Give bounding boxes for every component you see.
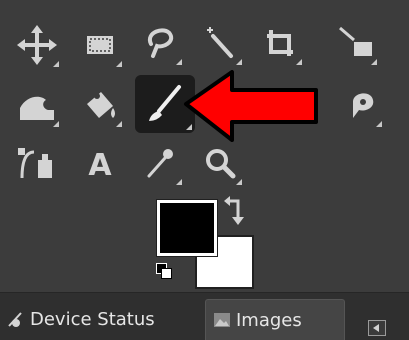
tool-group-indicator [176,59,182,65]
tool-group-indicator [53,61,59,67]
paths-tool[interactable] [12,138,62,188]
tool-group-indicator [376,121,382,127]
text-tool[interactable]: A [75,138,125,188]
swap-colors-icon[interactable] [220,195,250,227]
move-tool[interactable] [12,20,62,70]
tool-group-indicator [176,179,182,185]
foreground-color-swatch[interactable] [156,199,218,257]
tool-group-indicator [236,179,242,185]
fuzzy-select-tool[interactable] [195,18,245,68]
tool-group-indicator [371,59,377,65]
tool-group-indicator [116,121,122,127]
smudge-tool[interactable] [335,80,385,130]
tool-group-indicator [296,59,302,65]
crop-tool[interactable] [255,18,305,68]
text-icon: A [88,148,112,183]
dock-tab-bar: Device Status Images [0,292,409,340]
toolbox: A [0,0,409,290]
tool-group-indicator [236,59,242,65]
text-tool-glyph: A [88,148,112,183]
free-select-tool[interactable] [135,18,185,68]
bucket-fill-tool[interactable] [75,80,125,130]
rect-select-tool[interactable] [75,20,125,70]
color-area [150,195,260,290]
tab-images-label: Images [236,310,302,331]
tab-device-status[interactable]: Device Status [0,299,200,340]
dock-menu-button[interactable] [368,320,386,336]
paths-icon [18,148,52,179]
unified-transform-tool[interactable] [330,18,380,68]
color-picker-tool[interactable] [135,138,185,188]
images-icon [214,313,230,327]
tool-group-indicator [116,61,122,67]
device-status-icon [8,312,22,327]
warp-transform-tool[interactable] [12,80,62,130]
default-colors-icon[interactable] [156,263,172,279]
tab-device-status-label: Device Status [30,309,155,330]
tab-images[interactable]: Images [205,299,345,340]
zoom-tool[interactable] [195,138,245,188]
tool-group-indicator [53,121,59,127]
red-arrow-annotation [184,70,318,142]
